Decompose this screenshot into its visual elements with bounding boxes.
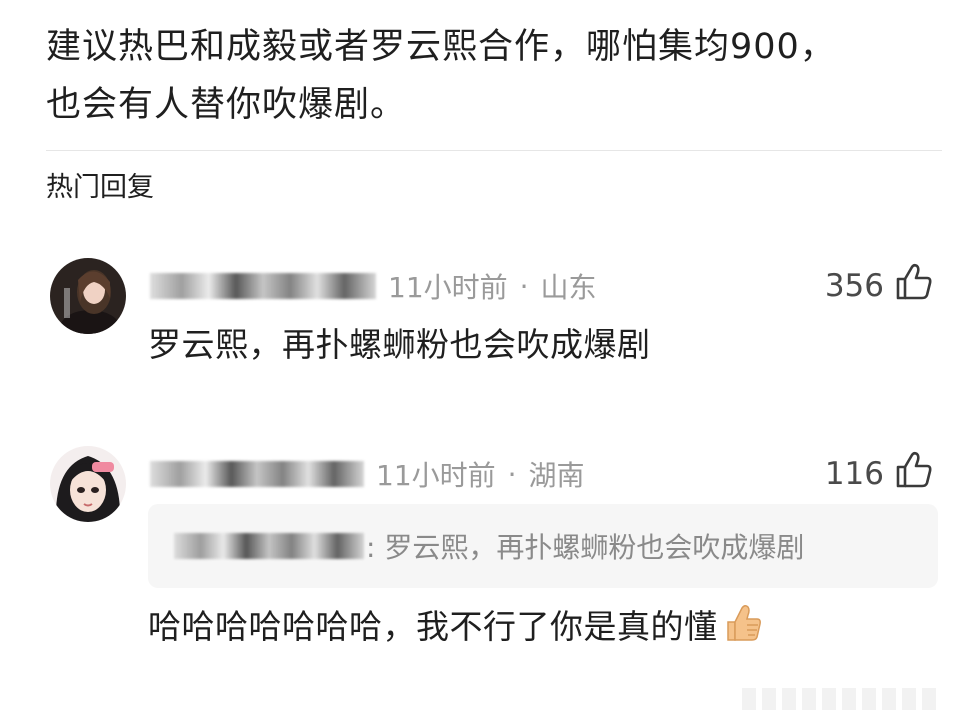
redacted-username [150, 461, 364, 487]
post-text-line-1: 建议热巴和成毅或者罗云熙合作，哪怕集均900， [46, 27, 836, 67]
redacted-username [174, 533, 364, 559]
avatar[interactable] [50, 446, 126, 522]
post-text-line-2: 也会有人替你吹爆剧。 [46, 85, 407, 125]
post-text: 建议热巴和成毅或者罗云熙合作，哪怕集均900， 也会有人替你吹爆剧。 [46, 18, 926, 134]
comment-time: 11小时前 [376, 459, 496, 492]
comment-location: 湖南 [528, 459, 585, 492]
quoted-reply-row: : 罗云熙，再扑螺蛳粉也会吹成爆剧 [174, 526, 804, 566]
thumbs-up-emoji-icon [722, 602, 764, 656]
quoted-reply[interactable]: : 罗云熙，再扑螺蛳粉也会吹成爆剧 [148, 504, 938, 588]
like-button[interactable]: 356 [824, 263, 934, 306]
comment-location: 山东 [540, 271, 597, 304]
hot-replies-title: 热门回复 [46, 172, 154, 203]
meta-separator: · [519, 269, 529, 303]
comment-time: 11小时前 [388, 271, 508, 304]
meta-separator: · [507, 457, 517, 491]
comment-meta: 11小时前 · 湖南 [150, 454, 585, 494]
comment-meta: 11小时前 · 山东 [150, 266, 597, 306]
divider [46, 150, 942, 151]
like-button[interactable]: 116 [824, 451, 934, 494]
avatar-anime-icon [50, 446, 126, 522]
thumbs-up-outline-icon [894, 450, 934, 498]
like-count: 356 [824, 268, 884, 304]
comment-text: 哈哈哈哈哈哈哈，我不行了你是真的懂 [148, 602, 764, 656]
avatar[interactable] [50, 258, 126, 334]
comment-text: 罗云熙，再扑螺蛳粉也会吹成爆剧 [148, 325, 651, 364]
like-count: 116 [824, 456, 884, 492]
comment-text-content: 哈哈哈哈哈哈哈，我不行了你是真的懂 [148, 607, 718, 646]
redacted-username [150, 273, 376, 299]
avatar-photo-icon [50, 258, 126, 334]
quoted-reply-text: : 罗云熙，再扑螺蛳粉也会吹成爆剧 [366, 531, 805, 564]
thumbs-up-outline-icon [894, 262, 934, 310]
watermark [742, 688, 942, 710]
